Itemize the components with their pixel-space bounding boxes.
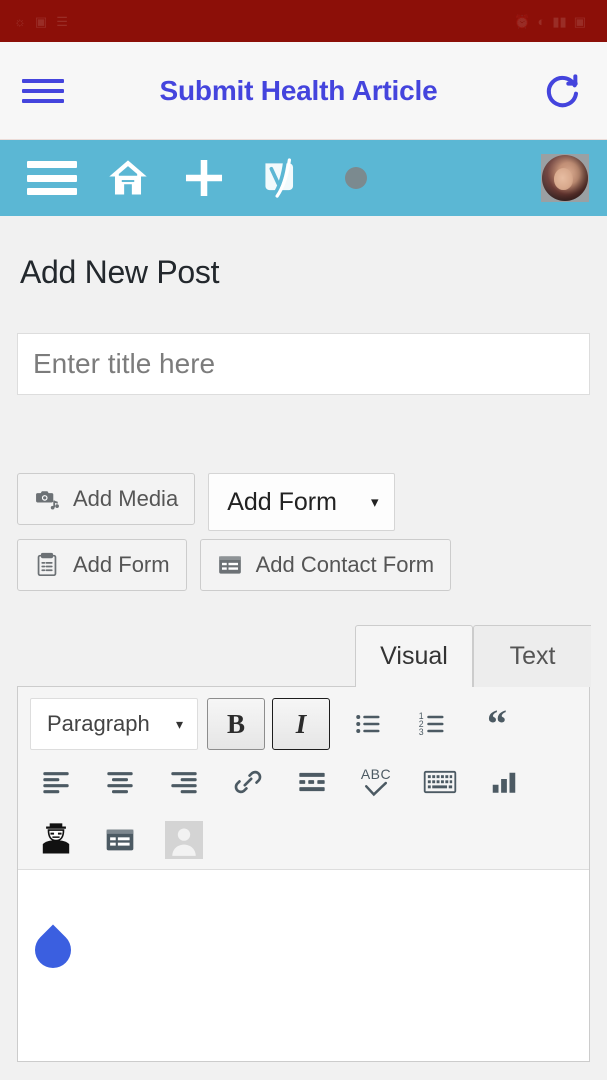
align-left-icon[interactable] <box>24 756 88 808</box>
alarm-icon: ⏰ <box>514 13 531 29</box>
add-media-button[interactable]: Add Media <box>17 473 196 525</box>
chevron-down-icon: ▾ <box>370 494 379 511</box>
format-select[interactable]: Paragraph ▾ <box>30 698 198 750</box>
user-placeholder-icon[interactable] <box>152 814 216 866</box>
status-left-icons: ☼ ▣ ☰ <box>14 15 68 28</box>
read-more-icon[interactable] <box>280 756 344 808</box>
media-icon <box>34 486 60 512</box>
tab-visual[interactable]: Visual <box>355 625 473 687</box>
contact-form-icon <box>217 552 243 578</box>
editor-toolbar-row-2: ABC <box>18 753 589 811</box>
contact-form-icon[interactable] <box>88 814 152 866</box>
italic-label: I <box>295 708 307 739</box>
text-selection-handle[interactable] <box>27 924 79 976</box>
yoast-seo-icon[interactable] <box>242 140 318 216</box>
reload-icon[interactable] <box>539 68 585 114</box>
add-form-button[interactable]: Add Form <box>17 539 187 591</box>
add-form-select[interactable]: Add Form ▾ <box>208 473 396 531</box>
android-status-bar: ☼ ▣ ☰ ⏰ ◐ ▮▮ ▣ <box>0 0 607 42</box>
blackhat-plugin-icon[interactable] <box>24 814 88 866</box>
post-title-placeholder: Enter title here <box>33 348 216 379</box>
svg-text:3: 3 <box>419 727 424 737</box>
bold-button[interactable]: B <box>207 698 265 750</box>
clipboard-form-icon <box>34 552 60 578</box>
browser-header: Submit Health Article <box>0 42 607 140</box>
chevron-down-icon: ▾ <box>175 715 183 732</box>
page-title: Submit Health Article <box>159 74 438 106</box>
add-media-label: Add Media <box>73 486 179 511</box>
admin-menu-icon[interactable] <box>14 140 90 216</box>
editor-content-area[interactable] <box>18 869 589 1061</box>
add-new-post-heading: Add New Post <box>20 254 220 290</box>
editor-toolbar-row-1: Paragraph ▾ B I 1 2 3 “ <box>18 687 589 753</box>
editor-mode-tabs: Visual Text <box>17 625 591 687</box>
page-body: Add New Post Enter title here Add Media … <box>0 216 607 1062</box>
screen: ☼ ▣ ☰ ⏰ ◐ ▮▮ ▣ Submit Health Article Add… <box>0 0 607 1080</box>
spellcheck-label: ABC <box>360 766 392 782</box>
fullscreen-keyboard-icon[interactable] <box>408 756 472 808</box>
notification-dot[interactable] <box>318 140 394 216</box>
blockquote-icon[interactable]: “ <box>465 698 529 750</box>
toolbar-toggle-icon[interactable] <box>472 756 536 808</box>
add-form-label: Add Form <box>73 552 170 577</box>
editor-toolbar-row-3 <box>18 811 589 869</box>
user-avatar[interactable] <box>541 154 589 202</box>
media-buttons-row-2: Add Form Add Contact Form <box>17 539 590 591</box>
post-title-input[interactable]: Enter title here <box>17 333 590 395</box>
format-select-label: Paragraph <box>47 711 150 736</box>
italic-button[interactable]: I <box>272 698 330 750</box>
media-buttons: Add Media Add Form ▾ Add Form Add Contac… <box>17 473 590 591</box>
add-contact-form-label: Add Contact Form <box>255 552 435 577</box>
editor-container: Paragraph ▾ B I 1 2 3 “ ABC <box>17 686 590 1062</box>
tab-text[interactable]: Text <box>473 625 591 687</box>
align-center-icon[interactable] <box>88 756 152 808</box>
signal-icon: ☰ <box>56 13 68 29</box>
add-contact-form-button[interactable]: Add Contact Form <box>199 539 452 591</box>
align-right-icon[interactable] <box>152 756 216 808</box>
camera-icon: ☼ <box>14 13 26 29</box>
insert-link-icon[interactable] <box>216 756 280 808</box>
status-right-icons: ⏰ ◐ ▮▮ ▣ <box>514 15 593 28</box>
home-icon[interactable] <box>90 140 166 216</box>
signal-bars-icon: ▮▮ <box>552 13 567 29</box>
unordered-list-icon[interactable] <box>337 698 401 750</box>
new-content-icon[interactable] <box>166 140 242 216</box>
spellcheck-icon[interactable]: ABC <box>344 756 408 808</box>
tab-text-label: Text <box>509 642 556 670</box>
blockquote-glyph: “ <box>487 701 507 746</box>
add-form-select-label: Add Form <box>227 487 337 516</box>
ordered-list-icon[interactable]: 1 2 3 <box>401 698 465 750</box>
tab-visual-label: Visual <box>380 642 448 670</box>
wifi-icon: ◐ <box>537 13 546 29</box>
media-buttons-row-1: Add Media Add Form ▾ <box>17 473 590 531</box>
wp-admin-bar <box>0 140 607 216</box>
battery-icon: ▣ <box>573 13 586 29</box>
bold-label: B <box>226 708 245 739</box>
photo-icon: ▣ <box>34 13 48 29</box>
